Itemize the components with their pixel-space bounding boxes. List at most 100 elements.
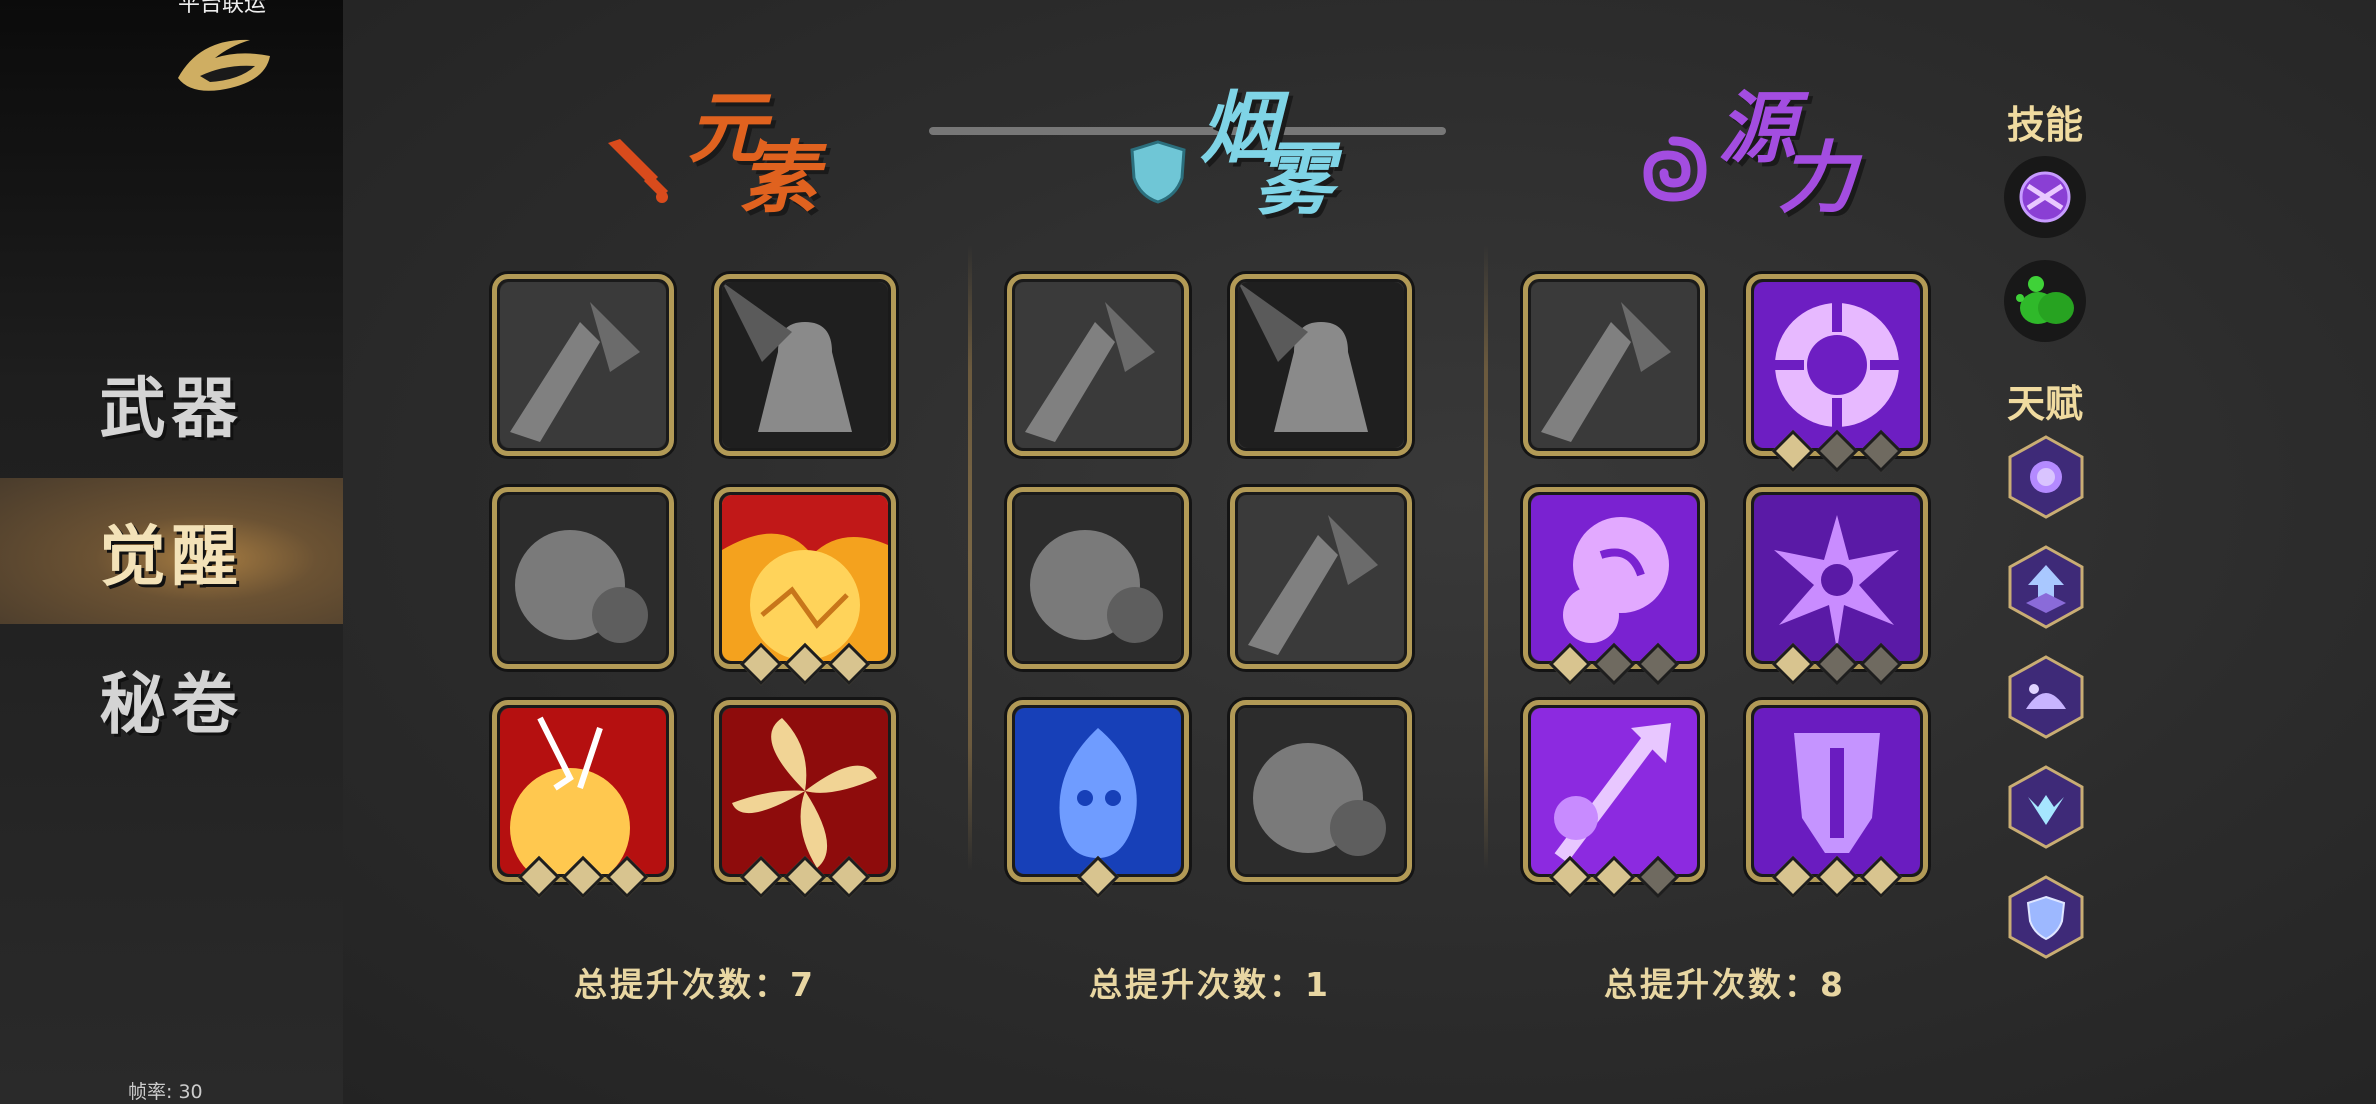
skill-slot[interactable] (492, 274, 674, 456)
upgrade-diamond (783, 855, 827, 899)
upgrade-diamond (1815, 642, 1859, 686)
shield-talent-icon[interactable] (2008, 875, 2084, 959)
skill-slot[interactable] (2004, 156, 2086, 238)
upgrade-diamond (517, 855, 561, 899)
explosion-cloud-icon (500, 495, 666, 661)
skill-slot[interactable] (1007, 700, 1189, 899)
fire-burst-icon (722, 495, 888, 661)
arrow-up-talent-icon[interactable] (2008, 545, 2084, 629)
upgrade-diamonds (1751, 642, 1923, 686)
smoke-mask-icon (1238, 282, 1404, 448)
skill-slot[interactable] (1746, 700, 1928, 899)
nav-item-scrolls[interactable]: 秘卷 (0, 626, 343, 772)
skill-slot[interactable] (492, 700, 674, 899)
column-divider (968, 245, 972, 870)
upgrade-diamond (1815, 855, 1859, 899)
purple-orb-icon (2019, 171, 2071, 223)
crouch-figure-icon (1238, 495, 1404, 661)
upgrade-diamonds (1012, 855, 1184, 899)
dash-slash-icon (1015, 495, 1181, 661)
stopwatch-icon (1531, 282, 1697, 448)
orb-talent-icon[interactable] (2008, 435, 2084, 519)
total-upgrades-smoke: 总提升次数：1 (1089, 965, 1331, 1004)
category-title-smoke: 烟 雾 (1130, 80, 1370, 230)
upgrade-diamonds (1528, 855, 1700, 899)
skill-slot[interactable] (714, 700, 896, 899)
nav-item-label: 觉醒 (99, 517, 244, 595)
upgrade-diamond (1859, 855, 1903, 899)
arrow-wave-icon (1531, 708, 1697, 874)
nav-item-label: 秘卷 (99, 665, 244, 743)
skills-label: 技能 (2006, 103, 2083, 147)
nav-item-weapons[interactable]: 武器 (0, 330, 343, 476)
skill-slot[interactable] (714, 487, 896, 686)
skill-slot[interactable] (1746, 274, 1928, 473)
category-title-char: 雾 (1255, 135, 1334, 226)
talents-label: 天赋 (2006, 382, 2083, 426)
upgrade-diamond (827, 642, 871, 686)
skill-slot[interactable] (1007, 274, 1189, 456)
upgrade-diamonds (497, 855, 669, 899)
upgrade-diamond (783, 642, 827, 686)
shatter-icon (500, 282, 666, 448)
total-upgrades-source: 总提升次数：8 (1604, 965, 1846, 1004)
column-divider (1484, 245, 1488, 870)
upgrade-diamond (1548, 855, 1592, 899)
category-title-char: 力 (1778, 133, 1857, 224)
total-upgrades-element: 总提升次数：7 (574, 965, 816, 1004)
purple-burst-icon (1754, 495, 1920, 661)
dome-talent-icon[interactable] (2008, 655, 2084, 739)
fps-counter: 帧率: 30 (128, 1081, 203, 1103)
upgrade-diamonds (1751, 855, 1923, 899)
skill-slot[interactable] (1230, 274, 1412, 456)
skill-slot[interactable] (1523, 487, 1705, 686)
skill-slot[interactable] (1007, 487, 1189, 669)
skill-slot[interactable] (1746, 487, 1928, 686)
upgrade-diamonds (719, 642, 891, 686)
mask-icon (1754, 708, 1920, 874)
flame-explosion-icon (500, 708, 666, 874)
upgrade-diamond (1859, 429, 1903, 473)
upgrade-diamond (1076, 855, 1120, 899)
purple-swirl-icon (1531, 495, 1697, 661)
shield-icon (1130, 140, 1186, 204)
skill-slot[interactable] (1230, 700, 1412, 882)
angry-warrior-icon (722, 282, 888, 448)
bush-icon (1238, 708, 1404, 874)
skill-slot[interactable] (1230, 487, 1412, 669)
nav-item-label: 武器 (99, 369, 244, 447)
logo-icon (178, 39, 270, 91)
top-text: 平台联运 (178, 0, 267, 17)
skill-slot[interactable] (2004, 260, 2086, 342)
crystal-talent-icon[interactable] (2008, 765, 2084, 849)
upgrade-diamond (1771, 642, 1815, 686)
green-slime-icon (2016, 276, 2074, 324)
source-orb-icon (1754, 282, 1920, 448)
upgrade-diamond (561, 855, 605, 899)
upgrade-diamond (1636, 855, 1680, 899)
upgrade-diamonds (719, 855, 891, 899)
skill-slot[interactable] (1523, 700, 1705, 899)
upgrade-diamond (1548, 642, 1592, 686)
upgrade-diamond (739, 855, 783, 899)
upgrade-diamond (1771, 855, 1815, 899)
upgrade-diamond (827, 855, 871, 899)
category-title-element: 元 素 (600, 80, 840, 230)
upgrade-diamond (1592, 642, 1636, 686)
sidebar: 平台联运 武器 觉醒 秘卷 帧率: 30 (0, 0, 343, 1104)
skill-slot[interactable] (1523, 274, 1705, 456)
ghost-flame-icon (1015, 708, 1181, 874)
bomb-icon (1015, 282, 1181, 448)
upgrade-diamonds (1528, 642, 1700, 686)
skill-slot[interactable] (492, 487, 674, 669)
upgrade-diamond (605, 855, 649, 899)
upgrade-diamond (739, 642, 783, 686)
nav-item-awaken[interactable]: 觉醒 (0, 478, 343, 624)
vortex-icon (1643, 136, 1707, 202)
skill-slot[interactable] (714, 274, 896, 456)
category-title-source: 源 力 (1638, 80, 1898, 230)
upgrade-diamond (1771, 429, 1815, 473)
fire-swirl-icon (722, 708, 888, 874)
upgrade-diamond (1815, 429, 1859, 473)
upgrade-diamonds (1751, 429, 1923, 473)
